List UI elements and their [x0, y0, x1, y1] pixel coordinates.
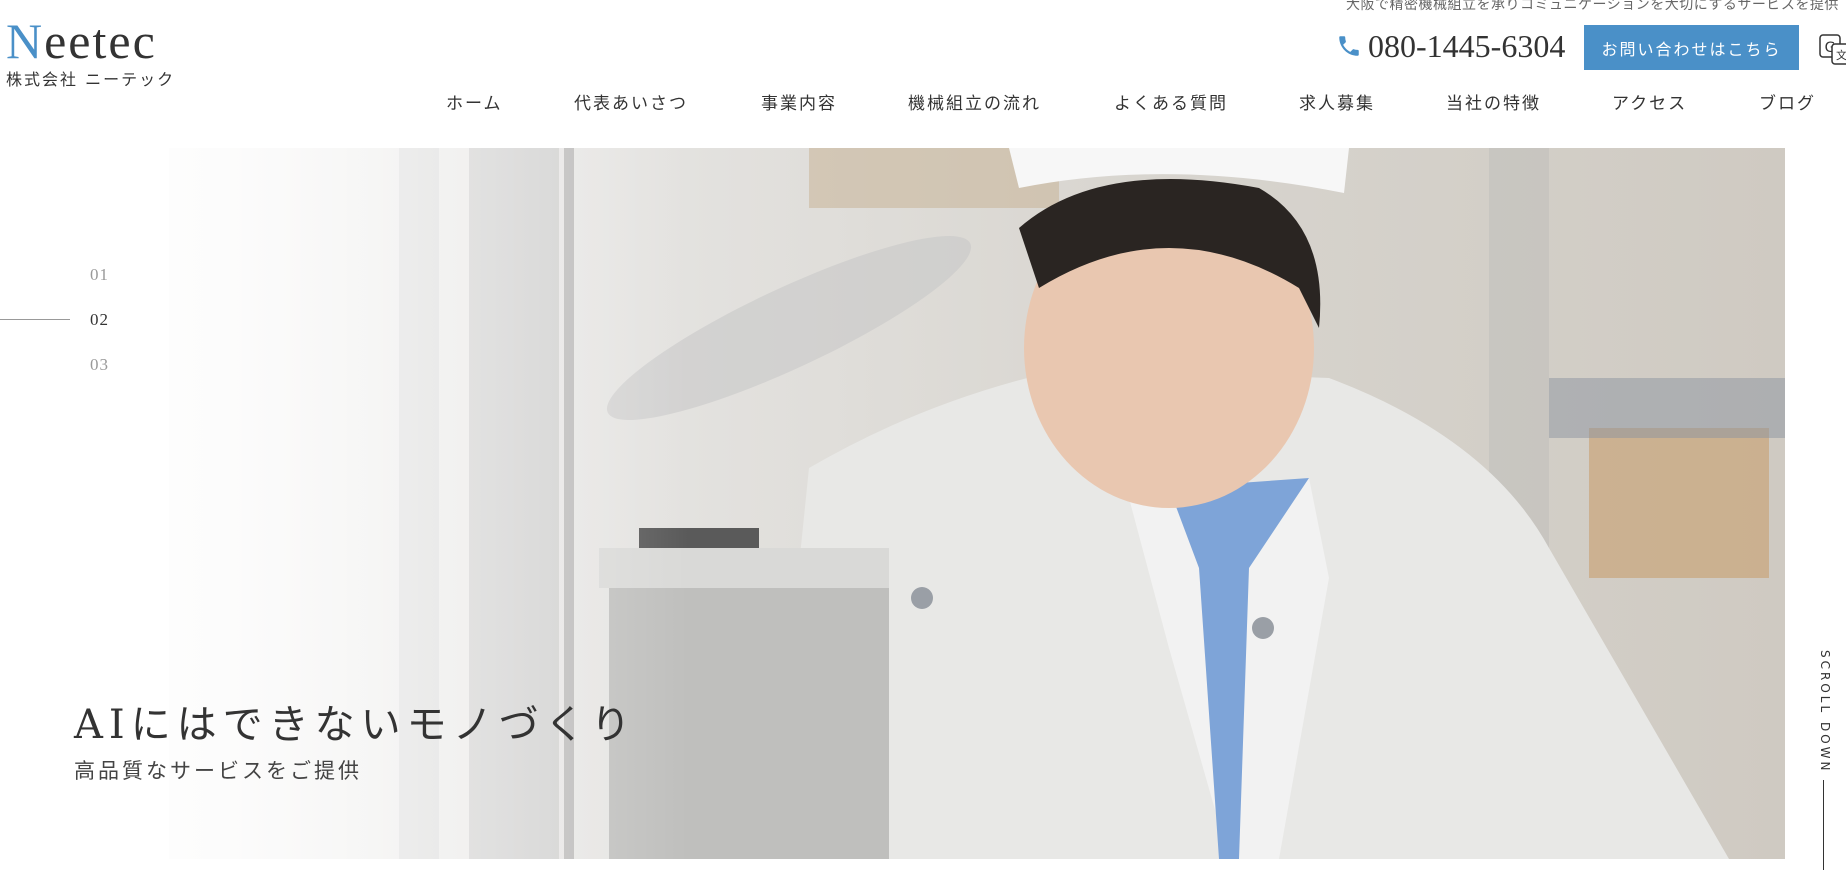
slide-indicator-03[interactable]: 03 — [90, 355, 109, 400]
nav-item-blog[interactable]: ブログ — [1759, 89, 1816, 114]
logo-initial: N — [6, 13, 45, 69]
nav-item-recruit[interactable]: 求人募集 — [1299, 89, 1375, 114]
main-nav: ホーム 代表あいさつ 事業内容 機械組立の流れ よくある質問 求人募集 当社の特… — [420, 86, 1846, 116]
nav-item-assembly-flow[interactable]: 機械組立の流れ — [908, 89, 1041, 114]
slide-indicators: 01 02 03 — [90, 265, 109, 400]
nav-item-home[interactable]: ホーム — [446, 89, 503, 114]
nav-item-access[interactable]: アクセス — [1612, 89, 1687, 114]
google-translate-icon[interactable]: G 文 — [1818, 32, 1846, 66]
header-phone[interactable]: 080-1445-6304 — [1336, 26, 1565, 66]
logo-company-name: 株式会社 ニーテック — [6, 70, 176, 89]
hero-image — [169, 148, 1785, 859]
hero-subtitle: 高品質なサービスをご提供 — [74, 759, 362, 783]
logo-rest: eetec — [44, 13, 157, 69]
slide-indicator-01[interactable]: 01 — [90, 265, 109, 310]
hero-photo — [169, 148, 1785, 859]
header-tagline: 大阪で精密機械組立を承りコミュニケーションを大切にするサービスを提供 — [1346, 0, 1839, 13]
phone-icon — [1339, 36, 1359, 56]
svg-text:文: 文 — [1836, 48, 1846, 62]
nav-item-faq[interactable]: よくある質問 — [1114, 89, 1228, 114]
slide-indicator-02[interactable]: 02 — [90, 310, 109, 355]
phone-number: 080-1445-6304 — [1368, 27, 1566, 64]
nav-item-features[interactable]: 当社の特徴 — [1446, 89, 1541, 114]
contact-button[interactable]: お問い合わせはこちら — [1584, 25, 1799, 70]
logo-wordmark: Neetec — [6, 14, 175, 68]
nav-item-business[interactable]: 事業内容 — [761, 89, 837, 114]
active-slide-line — [0, 319, 70, 320]
scroll-down-line — [1823, 780, 1824, 870]
site-logo[interactable]: Neetec 株式会社 ニーテック — [6, 14, 175, 90]
scroll-down-label[interactable]: SCROLL DOWN — [1818, 650, 1832, 774]
nav-item-greeting[interactable]: 代表あいさつ — [574, 89, 688, 114]
hero-title: AIにはできないモノづくり — [74, 702, 637, 748]
